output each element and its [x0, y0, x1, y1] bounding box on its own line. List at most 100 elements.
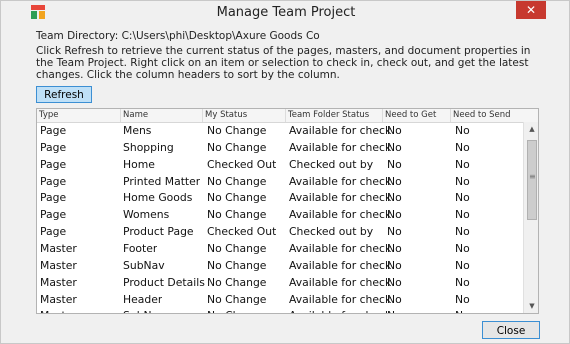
cell-type: Page [40, 157, 67, 171]
table-row[interactable]: Master SubNav No Change Available for check… [37, 307, 523, 313]
column-header-name[interactable]: Name [121, 109, 203, 122]
table-header: Type Name My Status Team Folder Status N… [37, 109, 538, 123]
cell-type: Page [40, 208, 67, 222]
cell-team-folder-status: Available for check [289, 191, 392, 205]
cell-team-folder-status: Available for check [289, 258, 392, 272]
cell-name: Home [123, 157, 155, 171]
cell-need-to-send: No [455, 292, 470, 306]
cell-need-to-get: No [387, 157, 402, 171]
cell-my-status: No Change [207, 241, 267, 255]
table-row[interactable]: Master Footer No Change Available for check… [37, 240, 523, 257]
column-header-my-status[interactable]: My Status [203, 109, 286, 122]
cell-my-status: No Change [207, 307, 266, 313]
cell-need-to-get: No [387, 208, 402, 222]
cell-my-status: No Change [207, 258, 267, 272]
scrollbar-thumb[interactable]: ≡ [527, 140, 537, 220]
cell-need-to-send: No [455, 157, 470, 171]
refresh-button[interactable]: Refresh [36, 86, 92, 103]
cell-my-status: Checked Out [207, 157, 277, 171]
cell-name: Header [123, 292, 163, 306]
cell-need-to-send: No [455, 225, 470, 239]
cell-team-folder-status: Available for check [289, 208, 392, 222]
cell-type: Master [40, 292, 77, 306]
cell-need-to-get: No [387, 292, 402, 306]
cell-my-status: No Change [207, 292, 267, 306]
scroll-up-arrow-icon[interactable]: ▲ [524, 122, 538, 136]
cell-need-to-get: No [387, 258, 402, 272]
table-row[interactable]: Page Product Page Checked Out Checked out b… [37, 223, 523, 240]
cell-need-to-get: No [387, 174, 402, 188]
cell-name: Mens [123, 124, 152, 137]
column-header-need-to-get[interactable]: Need to Get [383, 109, 451, 122]
table-row[interactable]: Master Header No Change Available for check… [37, 291, 523, 308]
cell-my-status: No Change [207, 140, 267, 154]
window-title: Manage Team Project [216, 5, 356, 20]
cell-type: Page [40, 174, 67, 188]
cell-name: Womens [123, 208, 170, 222]
team-directory-label: Team Directory: C:\Users\phi\Desktop\Axu… [36, 30, 320, 42]
cell-need-to-get: No [387, 307, 402, 313]
cell-team-folder-status: Checked out by [289, 225, 374, 239]
cell-need-to-send: No [455, 124, 470, 137]
vertical-scrollbar[interactable]: ▲ ≡ ▼ [523, 122, 538, 313]
cell-my-status: No Change [207, 275, 267, 289]
cell-need-to-send: No [455, 140, 470, 154]
cell-name: SubNav [123, 258, 165, 272]
table-row[interactable]: Page Printed Matter No Change Available for… [37, 173, 523, 190]
scroll-down-arrow-icon[interactable]: ▼ [524, 299, 538, 313]
cell-type: Page [40, 124, 67, 137]
cell-name: Footer [123, 241, 158, 255]
cell-need-to-send: No [455, 174, 470, 188]
cell-team-folder-status: Available for check [289, 124, 392, 137]
column-header-type[interactable]: Type [37, 109, 121, 122]
cell-name: Shopping [123, 140, 174, 154]
cell-need-to-get: No [387, 140, 402, 154]
cell-need-to-send: No [455, 208, 470, 222]
cell-team-folder-status: Available for check [289, 275, 392, 289]
table-row[interactable]: Page Home Goods No Change Available for che… [37, 189, 523, 206]
close-button[interactable]: Close [482, 321, 540, 339]
cell-name: Product Details [123, 275, 205, 289]
cell-my-status: No Change [207, 191, 267, 205]
close-window-icon[interactable]: ✕ [516, 1, 546, 19]
cell-name: Product Page [123, 225, 194, 239]
cell-need-to-get: No [387, 275, 402, 289]
table-row[interactable]: Page Womens No Change Available for check No… [37, 206, 523, 223]
cell-need-to-get: No [387, 225, 402, 239]
table-row[interactable]: Page Mens No Change Available for check No No [37, 122, 523, 139]
cell-type: Master [40, 241, 77, 255]
cell-name: SubNav [123, 307, 165, 313]
cell-team-folder-status: Available for check [289, 140, 392, 154]
instructions-text: Click Refresh to retrieve the current st… [36, 45, 531, 81]
column-header-need-to-send[interactable]: Need to Send [451, 109, 538, 122]
table-row[interactable]: Master SubNav No Change Available for check… [37, 257, 523, 274]
cell-need-to-get: No [387, 241, 402, 255]
cell-my-status: No Change [207, 208, 267, 222]
cell-need-to-send: No [455, 191, 470, 205]
cell-team-folder-status: Checked out by [289, 157, 374, 171]
cell-my-status: No Change [207, 174, 267, 188]
cell-need-to-send: No [455, 275, 470, 289]
cell-type: Master [40, 307, 77, 313]
cell-need-to-send: No [455, 258, 470, 272]
manage-team-project-dialog: Manage Team Project ✕ Team Directory: C:… [0, 0, 570, 344]
cell-type: Master [40, 258, 77, 272]
cell-need-to-get: No [387, 124, 402, 137]
cell-need-to-get: No [387, 191, 402, 205]
cell-name: Home Goods [123, 191, 193, 205]
cell-type: Master [40, 275, 77, 289]
table-row[interactable]: Page Home Checked Out Checked out by No No [37, 156, 523, 173]
cell-type: Page [40, 140, 67, 154]
table-row[interactable]: Page Shopping No Change Available for check… [37, 139, 523, 156]
cell-type: Page [40, 191, 67, 205]
column-header-team-folder-status[interactable]: Team Folder Status [286, 109, 383, 122]
cell-need-to-send: No [455, 307, 470, 313]
cell-team-folder-status: Available for check [289, 241, 392, 255]
scroll-grip-icon: ≡ [529, 172, 536, 181]
cell-team-folder-status: Available for check [289, 307, 391, 313]
team-project-table[interactable]: Type Name My Status Team Folder Status N… [36, 108, 539, 314]
cell-team-folder-status: Available for check [289, 292, 392, 306]
cell-need-to-send: No [455, 241, 470, 255]
cell-type: Page [40, 225, 67, 239]
table-row[interactable]: Master Product Details No Change Available … [37, 274, 523, 291]
